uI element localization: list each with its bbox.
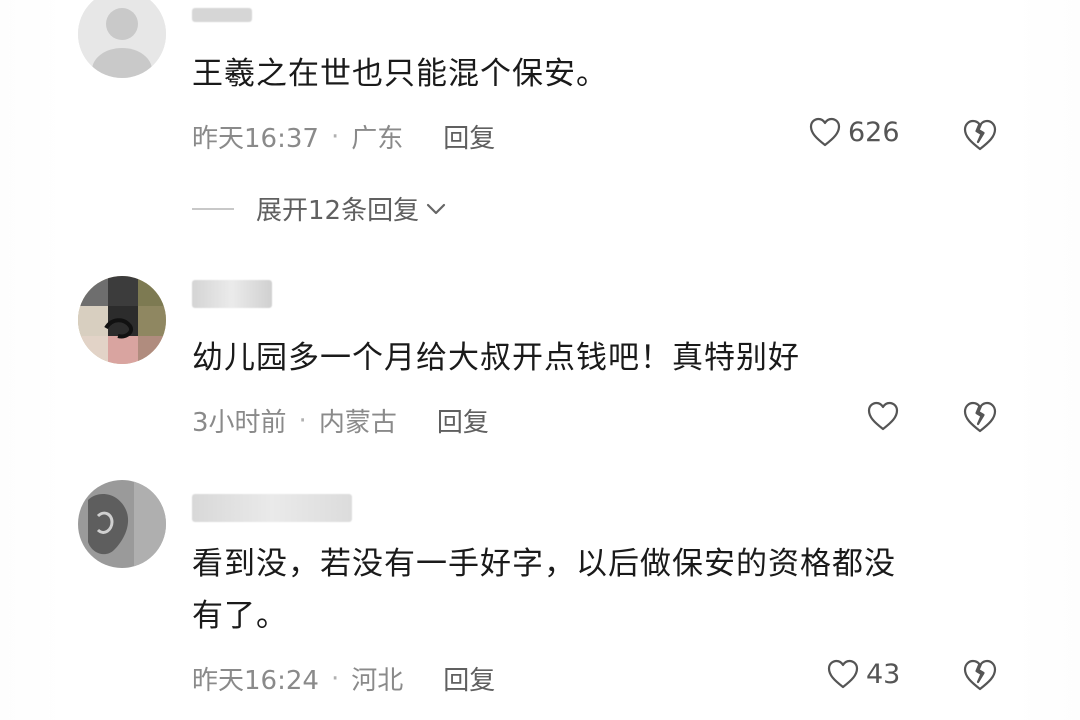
comment-location: 河北 <box>351 666 404 696</box>
comment-meta: 昨天16:24 · 河北 回复 <box>192 660 495 697</box>
dislike-button[interactable] <box>962 400 998 438</box>
username-blurred[interactable] <box>192 494 352 522</box>
like-button[interactable]: 43 <box>826 658 900 690</box>
like-count: 43 <box>866 658 901 690</box>
like-button[interactable]: 626 <box>808 116 900 148</box>
avatar[interactable] <box>78 276 166 364</box>
comment-text-line: 看到没，若没有一手好字，以后做保安的资格都没 <box>192 546 896 582</box>
comment-item: 幼儿园多一个月给大叔开点钱吧！真特别好 3小时前 · 内蒙古 回复 <box>0 270 1080 470</box>
chevron-down-icon <box>426 203 446 214</box>
dislike-button[interactable] <box>962 118 998 156</box>
comment-location: 内蒙古 <box>318 408 397 438</box>
broken-heart-icon <box>963 401 997 433</box>
comment-meta: 昨天16:37 · 广东 回复 <box>192 118 495 155</box>
like-button[interactable] <box>866 400 906 432</box>
comment-meta: 3小时前 · 内蒙古 回复 <box>192 402 489 439</box>
broken-heart-icon <box>963 659 997 691</box>
comment-text-line: 有了。 <box>192 598 288 634</box>
comment-time: 昨天16:37 <box>192 124 319 154</box>
comment-item: 王羲之在世也只能混个保安。 昨天16:37 · 广东 回复 626 展开12条回… <box>0 0 1080 240</box>
like-count: 626 <box>848 116 900 148</box>
heart-outline-icon <box>827 659 859 689</box>
comment-time: 昨天16:24 <box>192 666 319 696</box>
avatar[interactable] <box>78 480 166 568</box>
expand-replies-button[interactable]: 展开12条回复 <box>192 190 447 227</box>
comment-time: 3小时前 <box>192 408 287 438</box>
heart-outline-icon <box>867 401 899 431</box>
reply-button[interactable]: 回复 <box>443 118 495 155</box>
comment-text: 幼儿园多一个月给大叔开点钱吧！真特别好 <box>192 340 800 376</box>
reply-button[interactable]: 回复 <box>443 660 495 697</box>
comment-text: 看到没，若没有一手好字，以后做保安的资格都没 有了。 <box>192 538 896 642</box>
username-blurred[interactable] <box>192 280 272 308</box>
comment-location: 广东 <box>351 124 404 154</box>
meta-separator: · <box>330 663 340 694</box>
expand-divider <box>192 207 234 210</box>
comment-text: 王羲之在世也只能混个保安。 <box>192 56 608 92</box>
username-blurred[interactable] <box>192 8 252 22</box>
comment-item: 看到没，若没有一手好字，以后做保安的资格都没 有了。 昨天16:24 · 河北 … <box>0 470 1080 720</box>
meta-separator: · <box>298 405 307 436</box>
dislike-button[interactable] <box>962 658 998 696</box>
reply-button[interactable]: 回复 <box>437 402 489 439</box>
meta-separator: · <box>330 121 340 152</box>
comment-list: 王羲之在世也只能混个保安。 昨天16:37 · 广东 回复 626 展开12条回… <box>0 0 1080 720</box>
broken-heart-icon <box>963 119 997 151</box>
avatar[interactable] <box>78 0 166 78</box>
expand-replies-label: 展开12条回复 <box>256 196 420 226</box>
heart-outline-icon <box>809 117 841 147</box>
